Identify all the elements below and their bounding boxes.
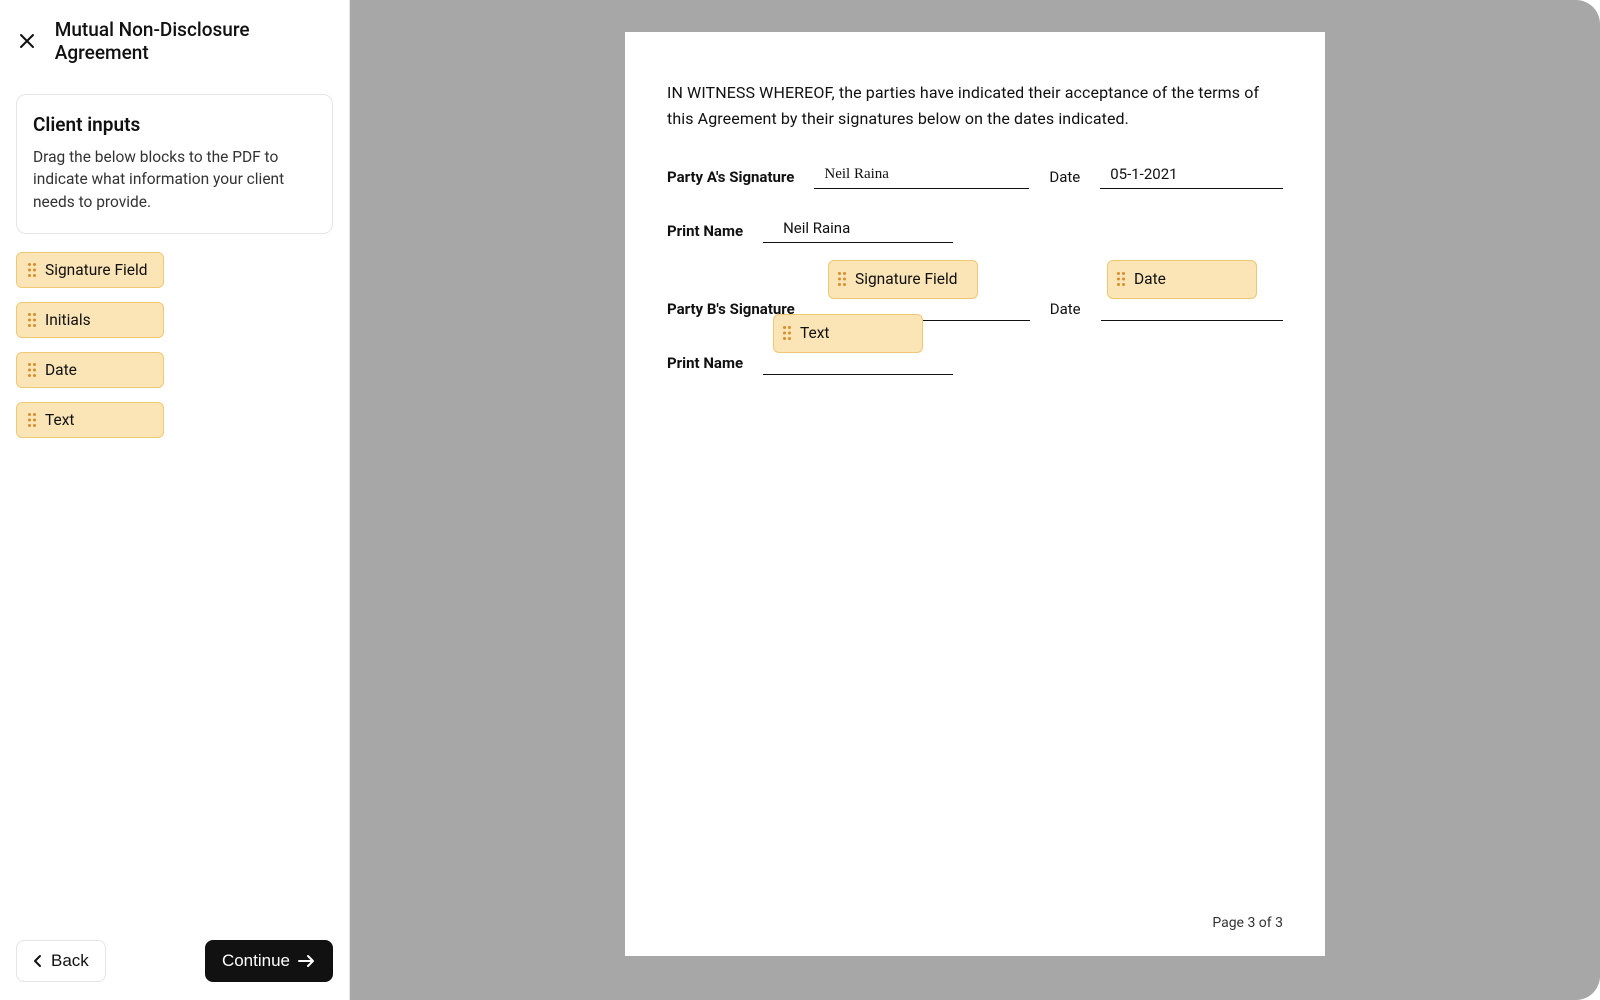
party-b-date-label: Date — [1050, 297, 1081, 321]
drag-handle-icon — [27, 362, 37, 378]
block-initials[interactable]: Initials — [16, 302, 164, 338]
back-label: Back — [51, 951, 89, 971]
drag-handle-icon — [27, 412, 37, 428]
close-button[interactable] — [16, 29, 39, 53]
drag-handle-icon — [837, 271, 847, 287]
placed-label: Text — [800, 321, 829, 346]
document-area: IN WITNESS WHEREOF, the parties have ind… — [350, 0, 1600, 1000]
arrow-right-icon — [298, 954, 316, 968]
placed-label: Date — [1134, 267, 1166, 292]
block-label: Signature Field — [45, 261, 148, 279]
page-title: Mutual Non-Disclosure Agreement — [55, 18, 333, 64]
placed-date-field[interactable]: Date — [1107, 260, 1257, 299]
party-a-signature-line: Neil Raina — [814, 161, 1029, 189]
panel-heading: Client inputs — [33, 113, 316, 136]
drag-handle-icon — [27, 262, 37, 278]
party-a-date-line: 05-1-2021 — [1100, 161, 1283, 189]
client-inputs-panel: Client inputs Drag the below blocks to t… — [16, 94, 333, 234]
party-a-date-label: Date — [1049, 165, 1080, 189]
party-a-signature-row: Party A's Signature Neil Raina Date 05-1… — [667, 161, 1283, 189]
drag-handle-icon — [1116, 271, 1126, 287]
party-a-printname-value: Neil Raina — [783, 216, 943, 240]
chevron-left-icon — [33, 954, 43, 968]
block-signature-field[interactable]: Signature Field — [16, 252, 164, 288]
block-list: Signature Field Initials Date Text — [16, 252, 333, 438]
witness-paragraph: IN WITNESS WHEREOF, the parties have ind… — [667, 80, 1283, 131]
block-text[interactable]: Text — [16, 402, 164, 438]
sidebar-header: Mutual Non-Disclosure Agreement — [16, 18, 333, 64]
placed-signature-field[interactable]: Signature Field — [828, 260, 978, 299]
party-a-signature-value: Neil Raina — [824, 162, 1019, 186]
block-label: Initials — [45, 311, 91, 329]
continue-button[interactable]: Continue — [205, 940, 333, 982]
block-label: Date — [45, 361, 77, 379]
party-b-printname-row: Print Name — [667, 347, 1283, 375]
sidebar: Mutual Non-Disclosure Agreement Client i… — [0, 0, 350, 1000]
panel-description: Drag the below blocks to the PDF to indi… — [33, 146, 316, 213]
continue-label: Continue — [222, 951, 290, 971]
party-a-signature-label: Party A's Signature — [667, 165, 794, 189]
close-icon — [18, 32, 36, 50]
placed-label: Signature Field — [855, 267, 958, 292]
back-button[interactable]: Back — [16, 940, 106, 982]
party-a-printname-row: Print Name Neil Raina — [667, 215, 1283, 243]
party-a-printname-label: Print Name — [667, 219, 743, 243]
party-a-printname-line: Neil Raina — [763, 215, 953, 243]
block-date[interactable]: Date — [16, 352, 164, 388]
drag-handle-icon — [27, 312, 37, 328]
party-a-date-value: 05-1-2021 — [1110, 162, 1273, 186]
footer-buttons: Back Continue — [16, 940, 333, 982]
pdf-page[interactable]: IN WITNESS WHEREOF, the parties have ind… — [625, 32, 1325, 956]
block-label: Text — [45, 411, 74, 429]
page-indicator: Page 3 of 3 — [1212, 912, 1283, 934]
placed-text-field[interactable]: Text — [773, 314, 923, 353]
drag-handle-icon — [782, 325, 792, 341]
party-b-printname-label: Print Name — [667, 351, 743, 375]
